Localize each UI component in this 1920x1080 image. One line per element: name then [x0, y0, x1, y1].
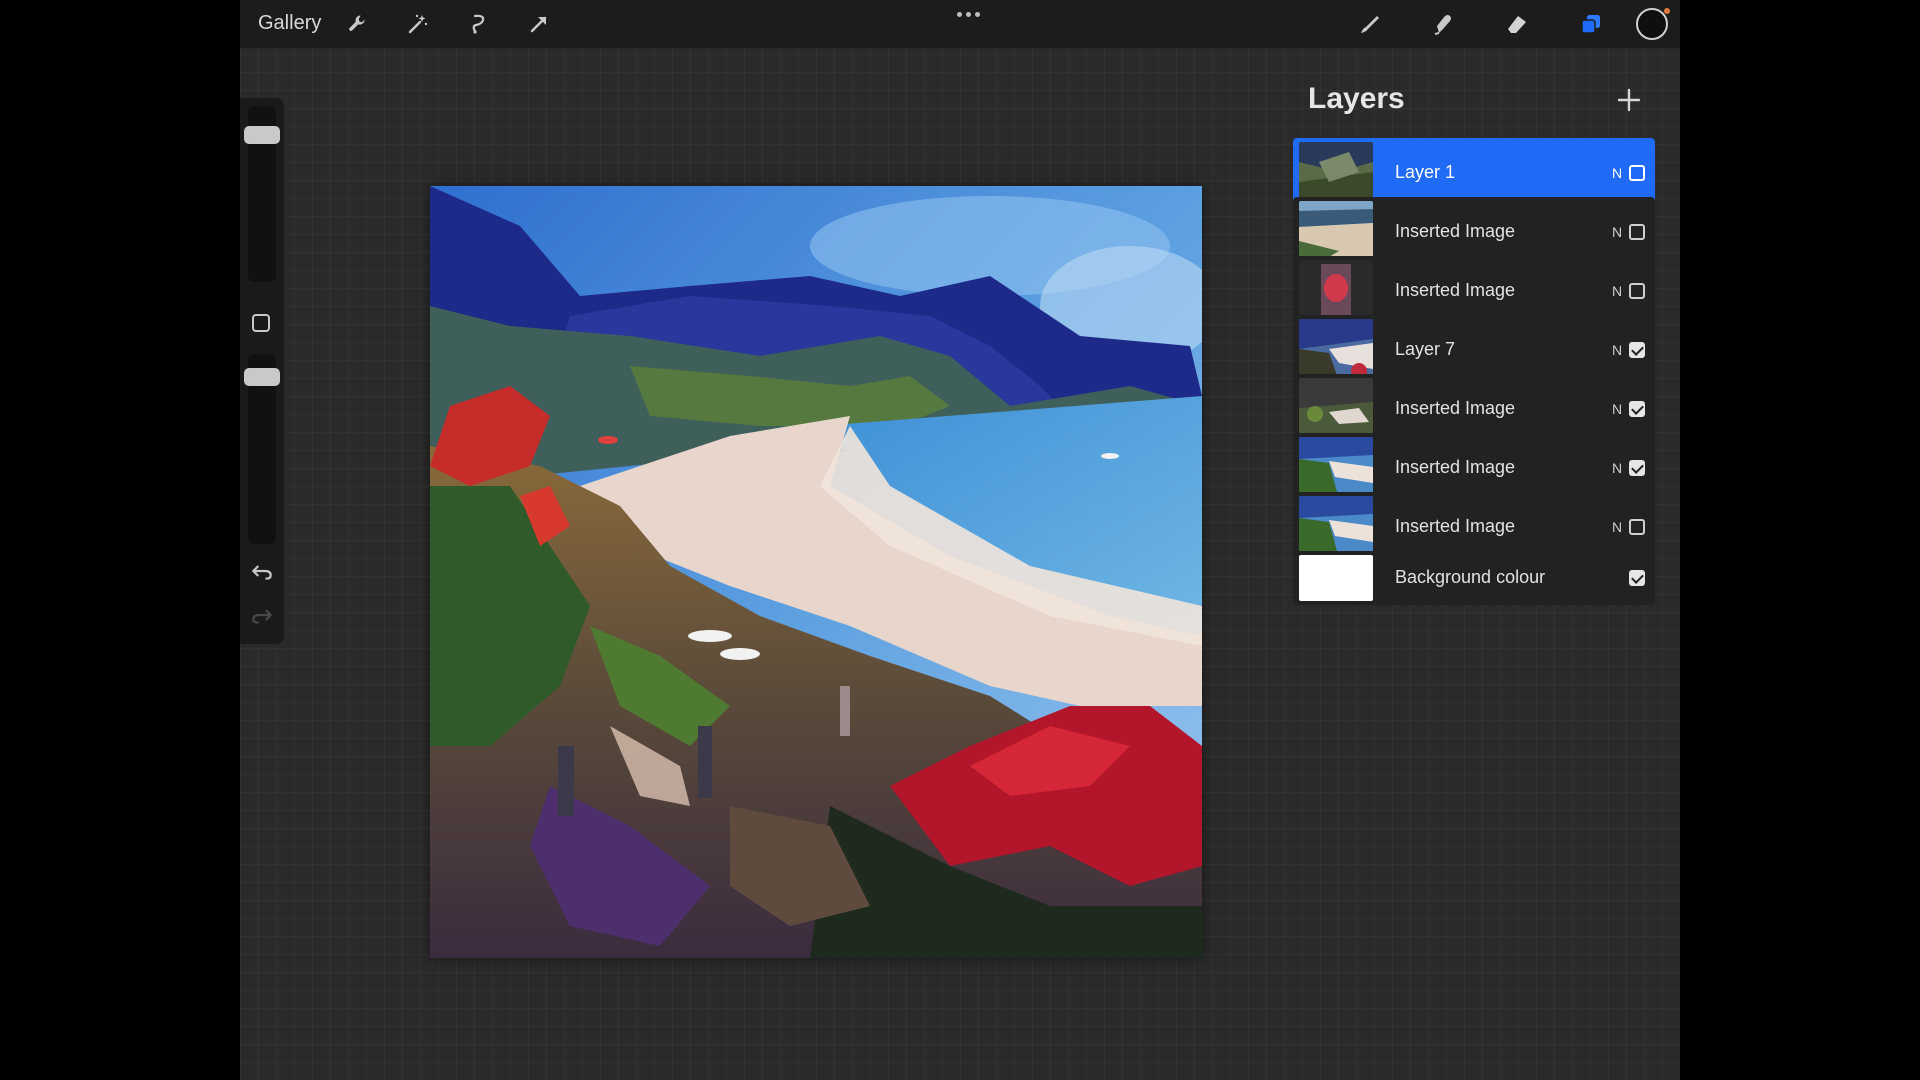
redo-icon[interactable]: [249, 602, 275, 628]
left-sidebar: [240, 98, 284, 644]
drawing-canvas[interactable]: [430, 186, 1202, 958]
selection-icon[interactable]: [465, 10, 493, 38]
blend-mode-button[interactable]: N: [1612, 342, 1622, 358]
undo-icon[interactable]: [249, 558, 275, 584]
eraser-icon[interactable]: [1503, 10, 1531, 38]
layer-visibility-checkbox[interactable]: [1629, 165, 1645, 181]
layers-title: Layers: [1308, 82, 1405, 115]
background-colour-swatch[interactable]: [1299, 555, 1373, 601]
blend-mode-button[interactable]: N: [1612, 224, 1622, 240]
smudge-icon[interactable]: [1429, 10, 1457, 38]
layer-thumbnail: [1299, 319, 1373, 381]
layer-name: Inserted Image: [1395, 457, 1516, 477]
layer-visibility-checkbox[interactable]: [1629, 283, 1645, 299]
layer-name: Inserted Image: [1395, 398, 1516, 418]
layer-name: Background colour: [1395, 567, 1546, 587]
layer-thumbnail: [1299, 142, 1373, 204]
brush-size-handle[interactable]: [244, 126, 280, 144]
layer-name: Inserted Image: [1395, 280, 1516, 300]
add-layer-icon[interactable]: [1613, 84, 1645, 116]
blend-mode-button[interactable]: N: [1612, 401, 1622, 417]
layer-thumbnail: [1299, 496, 1373, 558]
layer-thumbnail: [1299, 201, 1373, 263]
layer-visibility-checkbox[interactable]: [1629, 519, 1645, 535]
layer-thumbnail: [1299, 260, 1373, 322]
layer-visibility-checkbox[interactable]: [1629, 570, 1645, 586]
blend-mode-button[interactable]: N: [1612, 283, 1622, 299]
layer-visibility-checkbox[interactable]: [1629, 401, 1645, 417]
layer-visibility-checkbox[interactable]: [1629, 342, 1645, 358]
layer-visibility-checkbox[interactable]: [1629, 224, 1645, 240]
procreate-app: Gallery Layers Layer 1 N Inserted Image …: [240, 0, 1680, 1080]
more-options-icon[interactable]: [948, 6, 988, 22]
transform-arrow-icon[interactable]: [525, 10, 553, 38]
modifier-square-icon[interactable]: [252, 314, 270, 332]
layers-panel: Layers Layer 1 N Inserted Image N Insert…: [1265, 60, 1665, 694]
color-swatch-icon[interactable]: [1634, 6, 1670, 42]
layer-row-background-colour[interactable]: Background colour: [1293, 551, 1655, 605]
layer-thumbnail: [1299, 437, 1373, 499]
blend-mode-button[interactable]: N: [1612, 519, 1622, 535]
layer-name: Layer 1: [1395, 162, 1456, 182]
blend-mode-button[interactable]: N: [1612, 165, 1622, 181]
layer-name: Inserted Image: [1395, 516, 1516, 536]
opacity-handle[interactable]: [244, 368, 280, 386]
wrench-icon[interactable]: [344, 10, 372, 38]
layer-visibility-checkbox[interactable]: [1629, 460, 1645, 476]
layers-icon[interactable]: [1577, 10, 1605, 38]
blend-mode-button[interactable]: N: [1612, 460, 1622, 476]
brush-icon[interactable]: [1356, 10, 1384, 38]
layer-thumbnail: [1299, 378, 1373, 440]
layer-name: Inserted Image: [1395, 221, 1516, 241]
layer-name: Layer 7: [1395, 339, 1456, 359]
magic-wand-icon[interactable]: [404, 10, 432, 38]
landscape-painting: [430, 186, 1202, 958]
gallery-button[interactable]: Gallery: [258, 12, 321, 35]
top-toolbar: Gallery: [240, 0, 1680, 48]
